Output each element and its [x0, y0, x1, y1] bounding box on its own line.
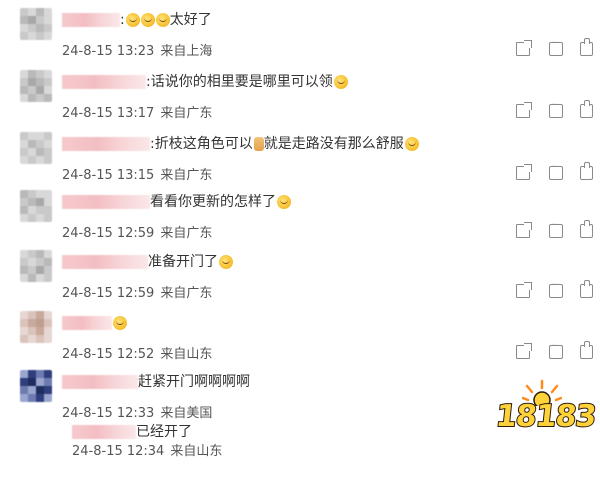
- comment-item: 24-8-15 12:52 来自山东: [0, 311, 600, 369]
- avatar[interactable]: [20, 70, 52, 102]
- share-icon[interactable]: [516, 222, 532, 238]
- emoji-icon: [113, 316, 127, 330]
- comment-icon[interactable]: [549, 162, 563, 180]
- comment-text: 准备开门了: [148, 254, 218, 270]
- comment-date: 24-8-15 12:33: [62, 406, 155, 421]
- like-icon[interactable]: [580, 280, 593, 298]
- comment-icon[interactable]: [549, 100, 563, 118]
- avatar[interactable]: [20, 250, 52, 282]
- comment-location: 来自广东: [160, 106, 213, 121]
- like-icon[interactable]: [580, 341, 593, 359]
- comment-item: :话说你的相里要是哪里可以领 24-8-15 13:17 来自广东: [0, 70, 600, 128]
- avatar[interactable]: [20, 132, 52, 164]
- username[interactable]: [62, 137, 150, 151]
- comment-date: 24-8-15 13:17: [62, 106, 155, 121]
- avatar[interactable]: [20, 8, 52, 40]
- comment-text: 已经开了: [136, 424, 192, 440]
- comment-item: :折枝这角色可以 就是走路没有那么舒服 24-8-15 13:15 来自广东: [0, 132, 600, 190]
- comment-actions: [516, 100, 596, 122]
- comment-location: 来自广东: [160, 168, 213, 183]
- username[interactable]: [62, 75, 146, 89]
- comment-icon[interactable]: [549, 38, 563, 56]
- like-icon[interactable]: [580, 162, 593, 180]
- comment-text: 折枝这角色可以: [154, 136, 253, 152]
- watermark-text: 18183: [493, 398, 598, 435]
- comment-item: : 太好了 24-8-15 13:23 来自上海: [0, 8, 600, 66]
- comment-text: 太好了: [169, 12, 212, 28]
- comment-actions: [516, 38, 596, 60]
- emoji-icon: [333, 75, 348, 89]
- emoji-icon: [219, 255, 233, 269]
- comment-location: 来自山东: [160, 347, 213, 362]
- emoji-icon: [404, 137, 419, 151]
- comment-location: 来自山东: [170, 444, 223, 459]
- thumbs-up-icon: [253, 137, 264, 151]
- colon: :: [120, 12, 125, 28]
- share-icon[interactable]: [516, 40, 532, 56]
- username[interactable]: [62, 13, 120, 27]
- avatar[interactable]: [20, 190, 52, 222]
- emoji-icon: [155, 13, 170, 27]
- comment-location: 来自美国: [160, 406, 213, 421]
- username[interactable]: [62, 195, 150, 209]
- comment-icon[interactable]: [549, 341, 563, 359]
- comment-date: 24-8-15 12:52: [62, 347, 155, 362]
- comment-location: 来自广东: [160, 226, 213, 241]
- share-icon[interactable]: [516, 282, 532, 298]
- like-icon[interactable]: [580, 220, 593, 238]
- comment-icon[interactable]: [549, 280, 563, 298]
- comment-item: 准备开门了 24-8-15 12:59 来自广东: [0, 250, 600, 308]
- comment-date: 24-8-15 12:59: [62, 286, 155, 301]
- site-watermark-logo: 18183: [492, 378, 598, 440]
- comment-item: 看看你更新的怎样了 24-8-15 12:59 来自广东: [0, 190, 600, 248]
- comment-icon[interactable]: [549, 220, 563, 238]
- comment-text-continued: 就是走路没有那么舒服: [263, 136, 404, 152]
- comment-date: 24-8-15 12:59: [62, 226, 155, 241]
- share-icon[interactable]: [516, 343, 532, 359]
- comment-text: 话说你的相里要是哪里可以领: [150, 74, 333, 90]
- comment-actions: [516, 341, 596, 363]
- share-icon[interactable]: [516, 164, 532, 180]
- like-icon[interactable]: [580, 38, 593, 56]
- comment-date: 24-8-15 12:34: [72, 444, 165, 459]
- avatar[interactable]: [20, 370, 52, 402]
- comment-location: 来自广东: [160, 286, 213, 301]
- comment-text: 赶紧开门啊啊啊啊: [138, 374, 250, 390]
- username[interactable]: [72, 425, 136, 439]
- avatar[interactable]: [20, 311, 52, 343]
- emoji-icon: [140, 13, 155, 27]
- comment-text: 看看你更新的怎样了: [150, 194, 276, 210]
- username[interactable]: [62, 255, 148, 269]
- comment-actions: [516, 162, 596, 184]
- comment-actions: [516, 220, 596, 242]
- comment-location: 来自上海: [160, 44, 213, 59]
- share-icon[interactable]: [516, 102, 532, 118]
- username[interactable]: [62, 375, 138, 389]
- like-icon[interactable]: [580, 100, 593, 118]
- comment-date: 24-8-15 13:15: [62, 168, 155, 183]
- emoji-icon: [277, 195, 291, 209]
- emoji-icon: [125, 13, 140, 27]
- comment-actions: [516, 280, 596, 302]
- comment-date: 24-8-15 13:23: [62, 44, 155, 59]
- username[interactable]: [62, 316, 112, 330]
